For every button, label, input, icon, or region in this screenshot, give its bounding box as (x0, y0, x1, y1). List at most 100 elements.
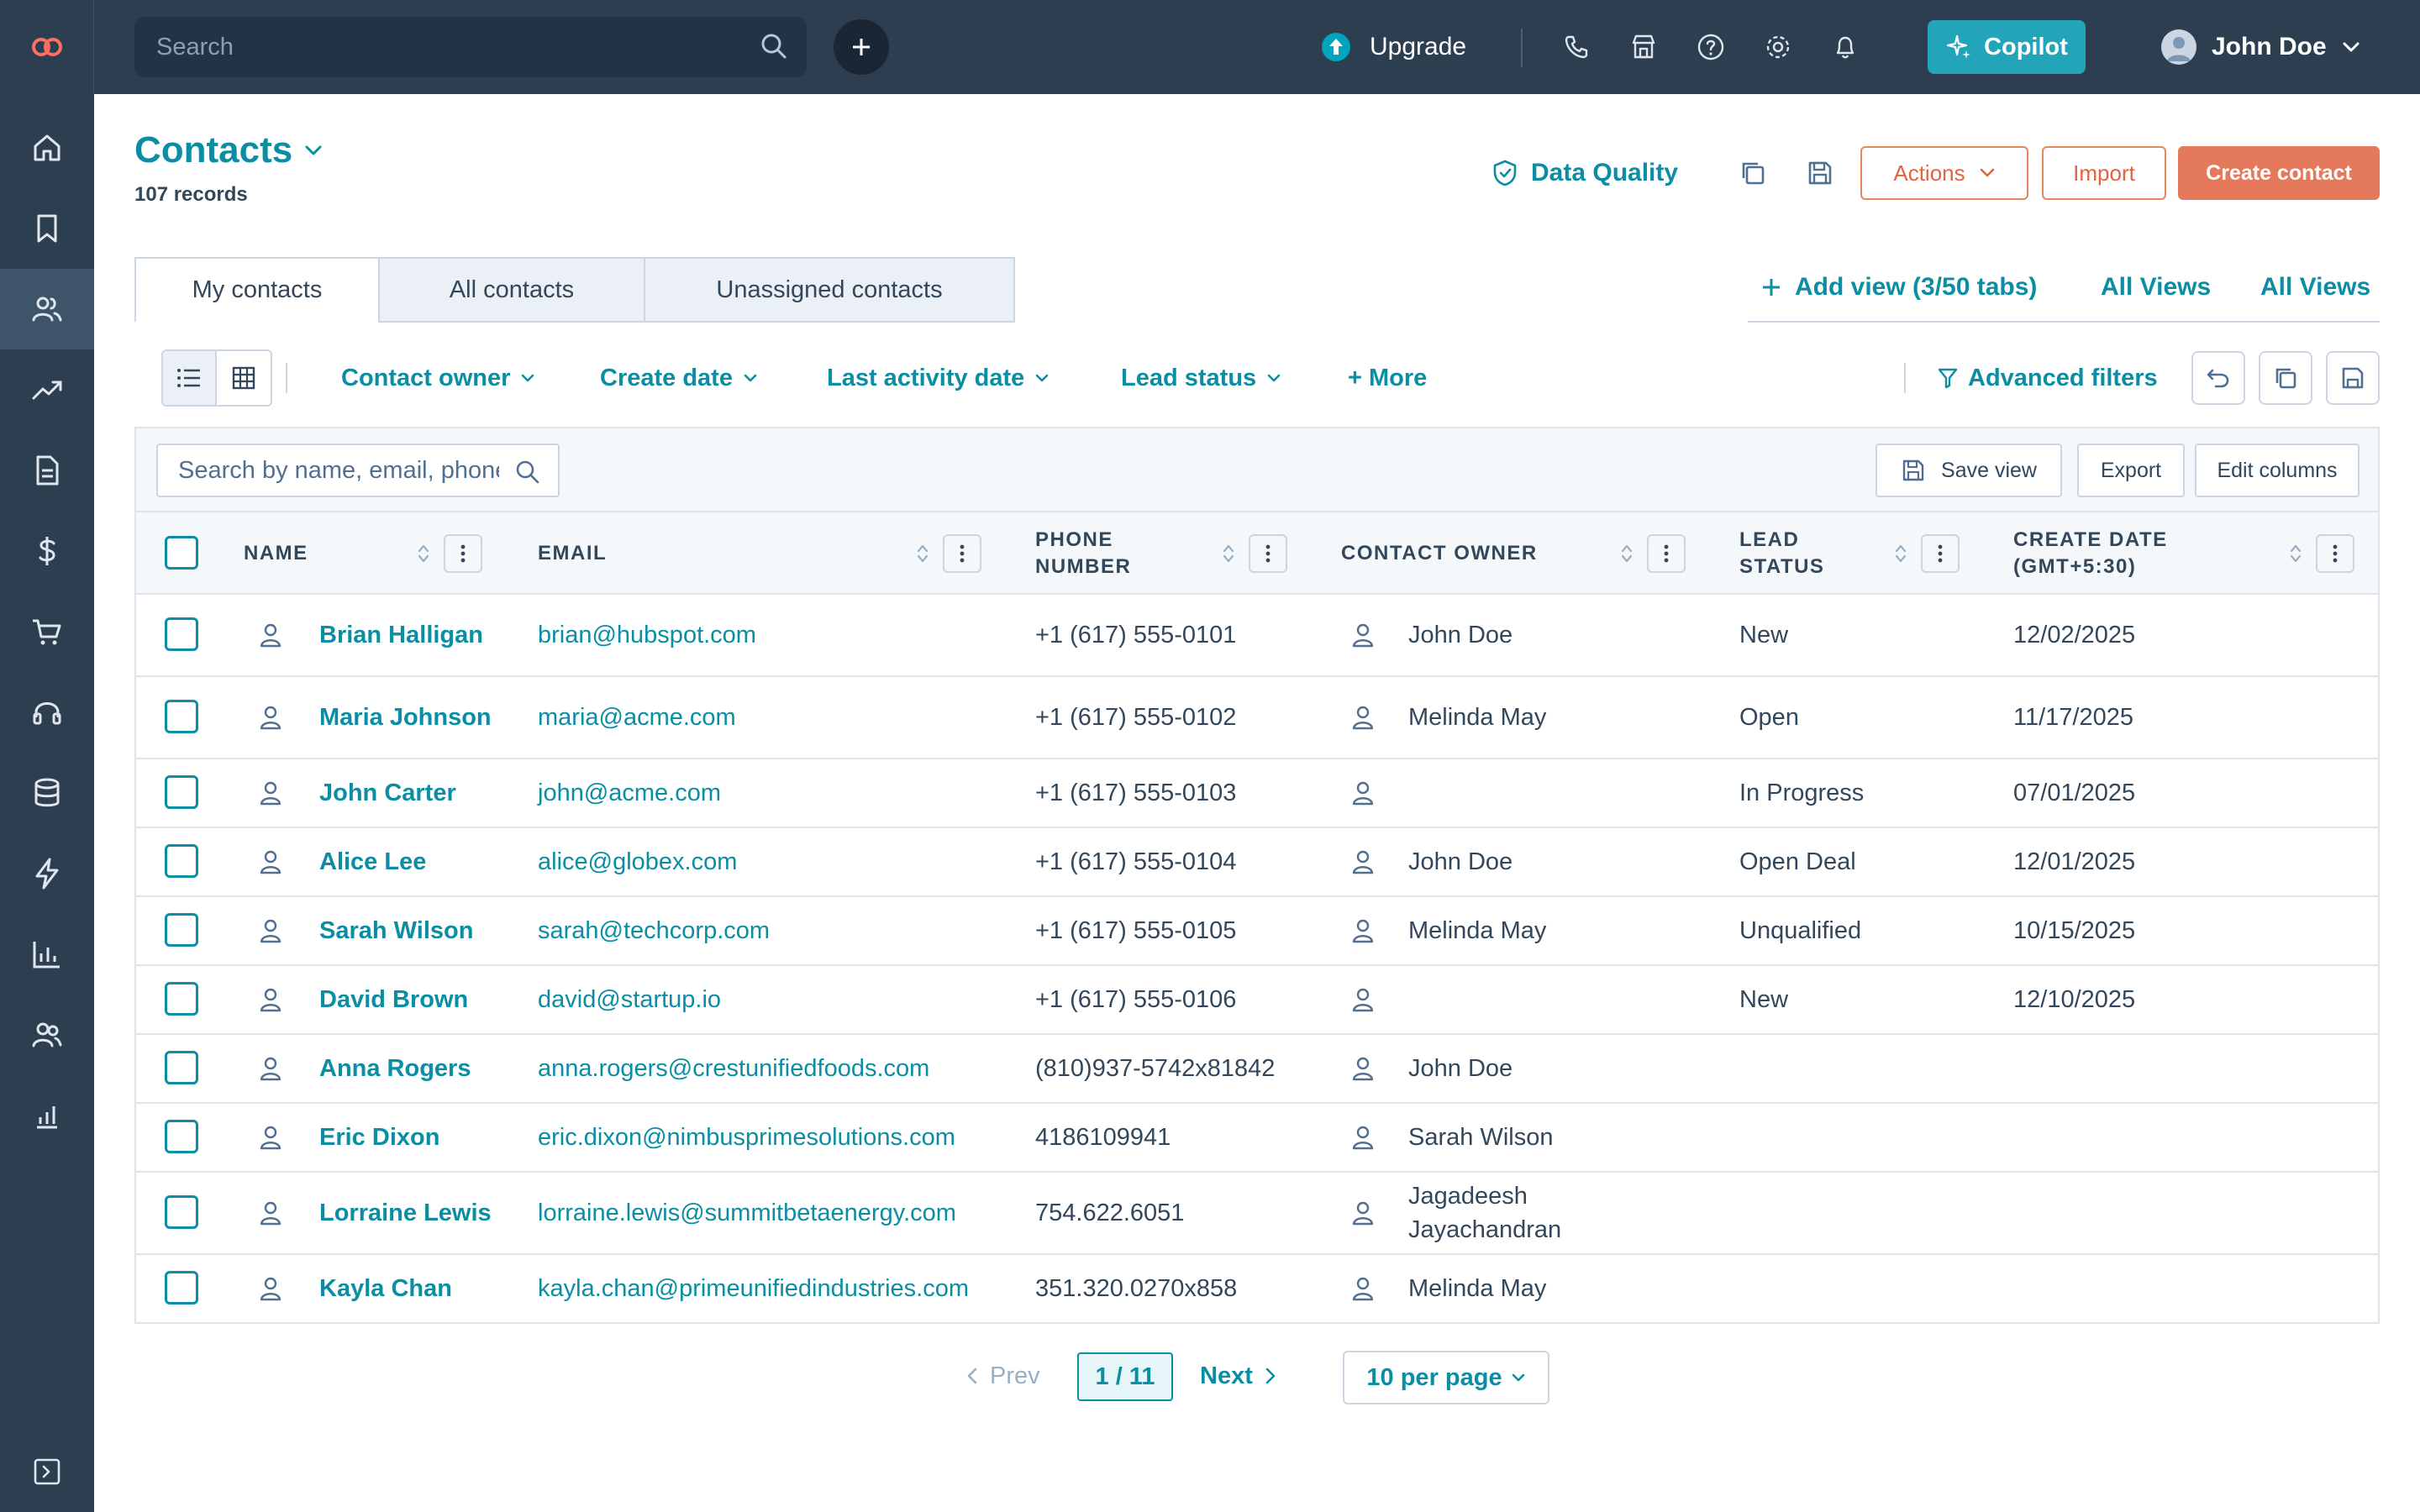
contact-email-link[interactable]: sarah@techcorp.com (538, 897, 770, 964)
marketing-icon[interactable] (0, 349, 94, 430)
row-checkbox[interactable] (165, 1051, 198, 1084)
column-menu-button[interactable] (1647, 534, 1686, 573)
contact-name-link[interactable]: Kayla Chan (319, 1255, 513, 1322)
table-row[interactable]: Sarah Wilson sarah@techcorp.com +1 (617) 5… (136, 897, 2378, 966)
search-icon[interactable] (514, 459, 541, 486)
sort-icon[interactable] (1894, 542, 1907, 565)
row-checkbox[interactable] (165, 700, 198, 733)
column-header-name[interactable]: NAME (244, 512, 412, 595)
column-header-phone[interactable]: PHONE NUMBER (1035, 512, 1161, 595)
column-menu-button[interactable] (943, 534, 981, 573)
advanced-filters-button[interactable]: Advanced filters (1938, 361, 2158, 395)
search-icon[interactable] (760, 32, 788, 60)
all-views-link[interactable]: All Views (2101, 270, 2211, 304)
contact-name-link[interactable]: Eric Dixon (319, 1104, 513, 1171)
expand-sidebar-icon[interactable] (0, 1431, 94, 1512)
contact-email-link[interactable]: david@startup.io (538, 966, 721, 1033)
row-checkbox[interactable] (165, 982, 198, 1016)
save-view-icon[interactable] (2326, 351, 2380, 405)
select-all-checkbox[interactable] (165, 536, 198, 570)
commerce-icon[interactable] (0, 591, 94, 672)
copilot-button[interactable]: Copilot (1928, 20, 2086, 74)
content-icon[interactable] (0, 430, 94, 511)
row-checkbox[interactable] (165, 844, 198, 878)
quick-create-button[interactable] (834, 19, 889, 75)
contact-email-link[interactable]: lorraine.lewis@summitbetaenergy.com (538, 1173, 956, 1253)
row-checkbox[interactable] (165, 775, 198, 809)
filter-last-activity-date[interactable]: Last activity date (827, 361, 1050, 395)
table-search-input[interactable] (158, 445, 558, 496)
filter-create-date[interactable]: Create date (600, 361, 758, 395)
row-checkbox[interactable] (165, 1271, 198, 1305)
contact-email-link[interactable]: brian@hubspot.com (538, 595, 756, 675)
column-menu-button[interactable] (444, 534, 482, 573)
table-row[interactable]: Eric Dixon eric.dixon@nimbusprimesolution… (136, 1104, 2378, 1173)
table-row[interactable]: Maria Johnson maria@acme.com +1 (617) 555-… (136, 677, 2378, 759)
users-icon[interactable] (0, 995, 94, 1075)
sort-icon[interactable] (916, 542, 929, 565)
contact-email-link[interactable]: john@acme.com (538, 759, 721, 827)
tab-unassigned-contacts[interactable]: Unassigned contacts (644, 257, 1015, 323)
duplicate-icon[interactable] (1736, 156, 1770, 190)
table-row[interactable]: John Carter john@acme.com +1 (617) 555-010… (136, 759, 2378, 828)
contact-email-link[interactable]: anna.rogers@crestunifiedfoods.com (538, 1035, 929, 1102)
save-view-button[interactable]: Save view (1876, 444, 2062, 497)
save-icon[interactable] (1803, 156, 1837, 190)
user-menu[interactable]: John Doe (2161, 25, 2360, 69)
column-menu-button[interactable] (1249, 534, 1287, 573)
import-button[interactable]: Import (2042, 146, 2166, 200)
table-row[interactable]: Kayla Chan kayla.chan@primeunifiedindustr… (136, 1255, 2378, 1324)
row-checkbox[interactable] (165, 913, 198, 947)
global-search-input[interactable] (134, 17, 807, 77)
add-view-button[interactable]: Add view (3/50 tabs) (1761, 270, 2037, 304)
help-icon[interactable] (1694, 30, 1728, 64)
contact-email-link[interactable]: kayla.chan@primeunifiedindustries.com (538, 1255, 969, 1322)
actions-button[interactable]: Actions (1860, 146, 2028, 200)
contact-name-link[interactable]: Sarah Wilson (319, 897, 513, 964)
column-header-lead-status[interactable]: LEAD STATUS (1739, 512, 1849, 595)
upgrade-button[interactable]: Upgrade (1321, 29, 1466, 66)
row-checkbox[interactable] (165, 1120, 198, 1153)
hubspot-logo[interactable] (0, 0, 94, 94)
more-filters-button[interactable]: + More (1348, 361, 1427, 395)
contacts-icon[interactable] (0, 269, 94, 349)
table-row[interactable]: David Brown david@startup.io +1 (617) 555-… (136, 966, 2378, 1035)
contact-name-link[interactable]: David Brown (319, 966, 513, 1033)
contact-name-link[interactable]: Maria Johnson (319, 677, 513, 758)
table-row[interactable]: Alice Lee alice@globex.com +1 (617) 555-01… (136, 828, 2378, 897)
row-checkbox[interactable] (165, 1195, 198, 1229)
page-title-dropdown[interactable]: Contacts (134, 129, 323, 171)
contact-name-link[interactable]: John Carter (319, 759, 513, 827)
column-menu-button[interactable] (1921, 534, 1960, 573)
contact-email-link[interactable]: eric.dixon@nimbusprimesolutions.com (538, 1104, 955, 1171)
prev-page-button[interactable]: Prev (966, 1351, 1040, 1401)
contact-name-link[interactable]: Lorraine Lewis (319, 1173, 513, 1253)
column-header-email[interactable]: EMAIL (538, 512, 790, 595)
export-button[interactable]: Export (2077, 444, 2185, 497)
service-icon[interactable] (0, 672, 94, 753)
contact-email-link[interactable]: maria@acme.com (538, 677, 736, 758)
all-views-link-secondary[interactable]: All Views (2260, 270, 2370, 304)
edit-columns-button[interactable]: Edit columns (2195, 444, 2360, 497)
sort-icon[interactable] (1222, 542, 1235, 565)
tab-all-contacts[interactable]: All contacts (378, 257, 645, 323)
column-header-contact-owner[interactable]: CONTACT OWNER (1341, 512, 1610, 595)
automation-icon[interactable] (0, 833, 94, 914)
grid-view-icon[interactable] (217, 351, 271, 405)
data-quality-button[interactable]: Data Quality (1492, 156, 1678, 190)
phone-icon[interactable] (1560, 30, 1593, 64)
contact-name-link[interactable]: Brian Halligan (319, 595, 513, 675)
sort-icon[interactable] (2289, 542, 2302, 565)
column-header-create-date[interactable]: CREATE DATE (GMT+5:30) (2013, 512, 2232, 595)
contact-email-link[interactable]: alice@globex.com (538, 828, 737, 895)
filter-contact-owner[interactable]: Contact owner (341, 361, 535, 395)
home-icon[interactable] (0, 108, 94, 188)
data-icon[interactable] (0, 753, 94, 833)
create-contact-button[interactable]: Create contact (2178, 146, 2380, 200)
table-row[interactable]: Anna Rogers anna.rogers@crestunifiedfoods… (136, 1035, 2378, 1104)
reporting-icon[interactable] (0, 914, 94, 995)
contact-name-link[interactable]: Alice Lee (319, 828, 513, 895)
sort-icon[interactable] (1620, 542, 1634, 565)
marketplace-icon[interactable] (1627, 30, 1660, 64)
analytics-icon[interactable] (0, 1075, 94, 1156)
